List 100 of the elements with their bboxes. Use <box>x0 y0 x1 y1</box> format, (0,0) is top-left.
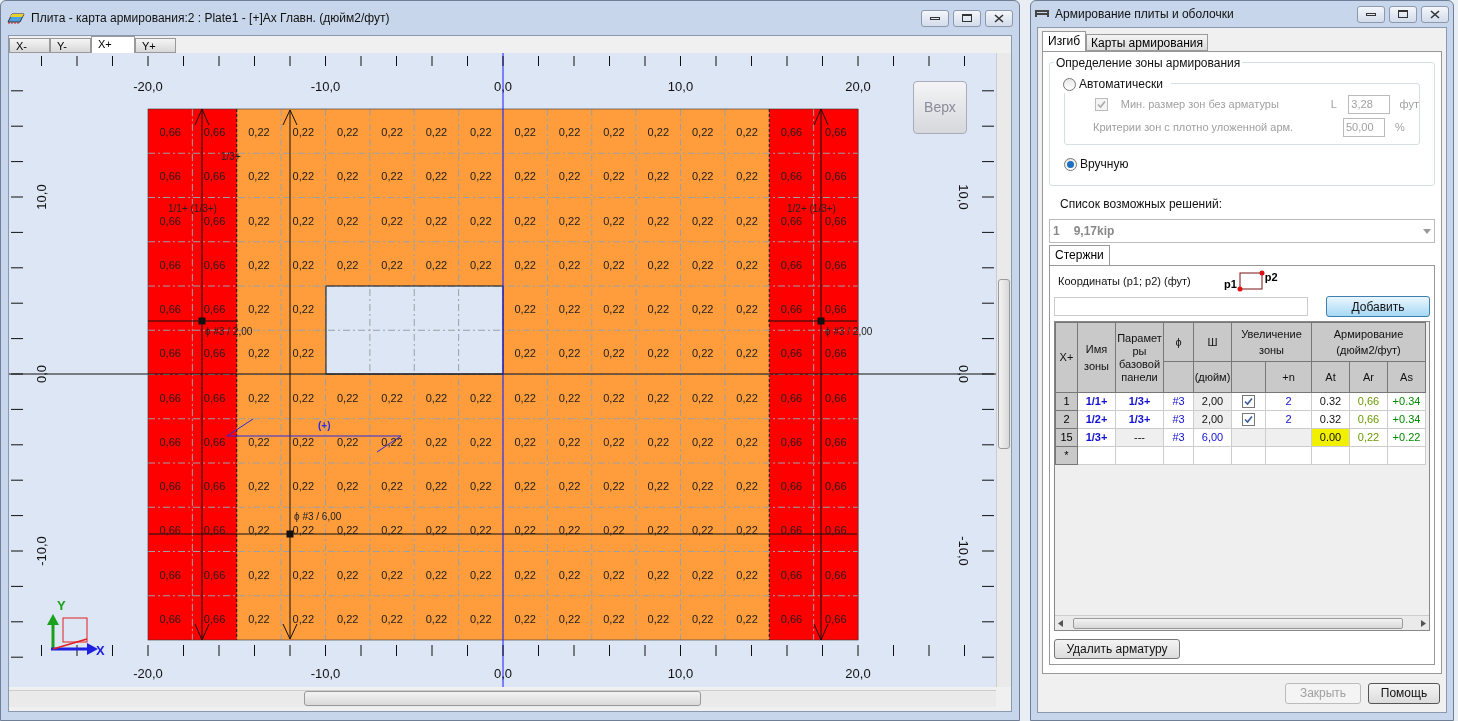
cell-value: 0,22 <box>692 347 714 360</box>
cell-value: 0,22 <box>425 391 448 404</box>
cell-value: 0,22 <box>736 568 758 581</box>
cell-value: 0,22 <box>603 480 625 492</box>
cell-value: 0,66 <box>203 524 226 537</box>
zone-annotation: 1/2+ (1/3+) <box>787 203 836 214</box>
cell-value: 0,22 <box>337 170 359 183</box>
cell-value: 0,22 <box>514 303 536 315</box>
cell-value: 0,66 <box>825 347 847 360</box>
bars-tab[interactable]: Стержни <box>1049 245 1110 265</box>
cell-value: 0,22 <box>470 126 492 138</box>
cell-value: 0,22 <box>736 214 758 227</box>
column-header: X+ <box>1055 322 1078 393</box>
cell-value: 0,22 <box>736 524 758 537</box>
cell-value: 0,22 <box>736 126 758 138</box>
cell-value: 0,22 <box>647 170 669 183</box>
coords-field[interactable] <box>1054 297 1308 316</box>
cell-value: 0,22 <box>558 347 581 360</box>
cell-value: 0,22 <box>381 258 403 271</box>
cell-value: 0,22 <box>248 214 270 227</box>
cell-value: 0,22 <box>514 347 536 360</box>
view-tab[interactable]: Y+ <box>135 38 176 53</box>
cell-value: 0,66 <box>825 568 847 581</box>
cell-value: 0,66 <box>825 524 847 537</box>
checkbox[interactable] <box>1242 395 1255 408</box>
cell-value: 0,22 <box>514 126 536 138</box>
vertical-scrollbar[interactable] <box>996 53 1011 687</box>
cell-value: 0,22 <box>381 126 403 138</box>
table-cell: 0.32 <box>1311 392 1350 411</box>
cell-value: 0,22 <box>381 214 403 227</box>
table-cell: 6,00 <box>1193 428 1232 447</box>
table-cell: 2 <box>1265 392 1312 411</box>
maximize-button[interactable] <box>953 9 981 27</box>
scroll-right-icon[interactable] <box>1421 619 1426 627</box>
zone-annotation: (+) <box>318 420 331 431</box>
cell-value: 0,22 <box>292 612 314 625</box>
cell-value: 0,22 <box>248 524 270 537</box>
close-button[interactable] <box>1421 5 1449 23</box>
cell-value: 0,22 <box>603 391 625 404</box>
cell-value: 0,22 <box>425 612 448 625</box>
cell-value: 0,22 <box>470 391 492 404</box>
scroll-left-icon[interactable] <box>1058 619 1063 627</box>
plate-icon <box>1035 10 1049 18</box>
cell-value: 0,22 <box>736 612 758 625</box>
cell-value: 0,22 <box>647 480 669 492</box>
axes-gizmo-icon <box>47 614 98 655</box>
help-button[interactable]: Помощь <box>1368 682 1440 704</box>
cell-value: 0,22 <box>248 347 270 360</box>
dialog-tab[interactable]: Изгиб <box>1042 31 1087 51</box>
cell-value: 0,22 <box>381 391 403 404</box>
cell-value: 0,22 <box>425 126 448 138</box>
view-tab[interactable]: X+ <box>91 36 135 53</box>
delete-button[interactable]: Удалить арматуру <box>1054 639 1180 659</box>
minimize-button[interactable] <box>1357 5 1385 23</box>
cell-value: 0,66 <box>203 435 226 448</box>
cell-value: 0,66 <box>780 568 803 581</box>
view-tab[interactable]: X- <box>9 38 50 53</box>
axis-label: 0,0 <box>34 364 49 384</box>
radio-label: Автоматически <box>1079 76 1163 93</box>
cell-value: 0,22 <box>558 480 581 492</box>
horizontal-scrollbar[interactable] <box>9 690 996 707</box>
cell-value: 0,22 <box>292 435 314 448</box>
cell-value: 0,66 <box>159 568 181 581</box>
cell-value: 0,22 <box>692 435 714 448</box>
cell-value: 0,22 <box>647 258 669 271</box>
close-button[interactable] <box>985 9 1013 27</box>
cell-value: 0,22 <box>692 612 714 625</box>
point-label: p1 <box>1224 276 1237 292</box>
cell-value: 0,22 <box>558 126 581 138</box>
cell-value: 0,66 <box>780 170 803 183</box>
axis-label: -10,0 <box>956 536 971 566</box>
cell-value: 0,22 <box>470 214 492 227</box>
horizontal-scrollbar[interactable] <box>1055 615 1429 630</box>
table-cell: 2 <box>1265 410 1312 429</box>
minimize-button[interactable] <box>921 9 949 27</box>
checkbox[interactable] <box>1242 413 1255 426</box>
cell-value: 0,22 <box>292 524 314 537</box>
cell-value: 0,22 <box>248 435 270 448</box>
cell-value: 0,22 <box>381 480 403 492</box>
cell-value: 0,66 <box>780 435 803 448</box>
cell-value: 0,66 <box>780 391 803 404</box>
axis-label: -10,0 <box>34 536 49 566</box>
solution-dropdown[interactable]: 1 9,17kip <box>1049 219 1435 243</box>
radio-button[interactable] <box>1063 77 1076 91</box>
maximize-button[interactable] <box>1389 5 1417 23</box>
dropdown-caret-icon <box>1423 228 1431 234</box>
radio-button[interactable] <box>1064 157 1077 171</box>
table-cell: +0.34 <box>1387 392 1426 411</box>
cell-value: 0,66 <box>203 612 226 625</box>
cell-value: 0,66 <box>159 480 181 492</box>
zone-annotation: ϕ #3 / 6,00 <box>294 511 342 522</box>
table-cell: 1/3+ <box>1115 392 1164 411</box>
axis-label: 0,0 <box>956 364 971 384</box>
unit-label: фут <box>1399 96 1419 112</box>
view-tab[interactable]: Y- <box>50 38 91 53</box>
add-button[interactable]: Добавить <box>1326 296 1430 317</box>
cell-value: 0,22 <box>381 524 403 537</box>
cell-value: 0,22 <box>692 258 714 271</box>
cell-value: 0,22 <box>337 480 359 492</box>
dialog-tab[interactable]: Карты армирования <box>1086 34 1208 51</box>
